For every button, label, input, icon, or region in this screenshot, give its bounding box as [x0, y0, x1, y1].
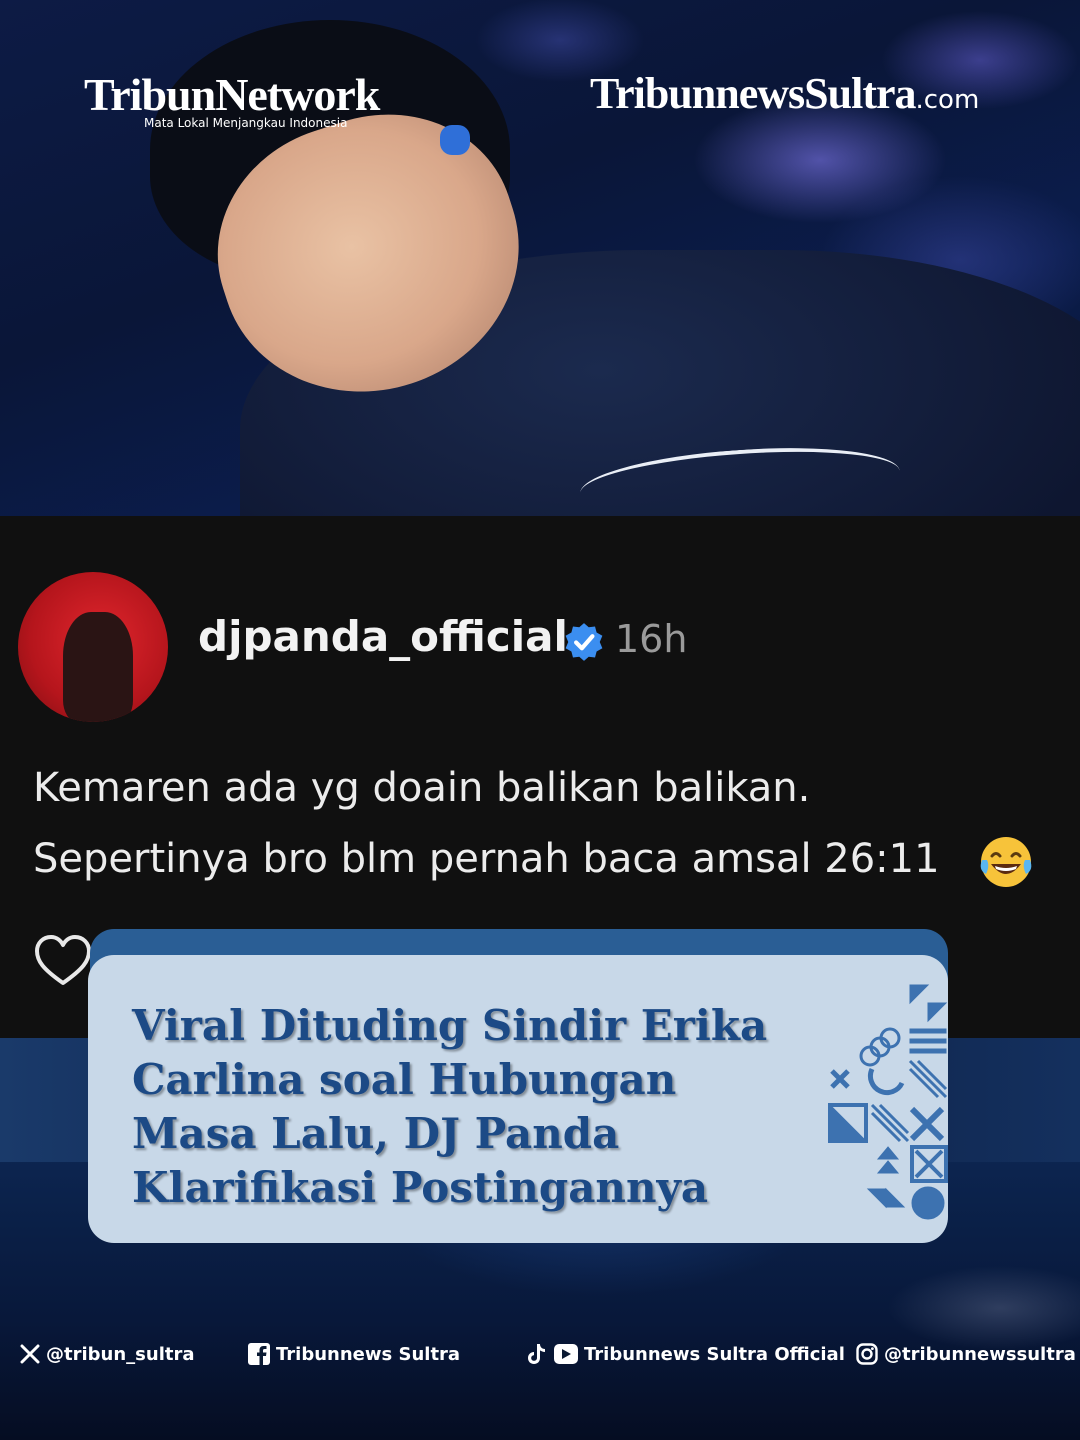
post-caption-line-1: Kemaren ada yg doain balikan balikan.: [33, 765, 811, 811]
tiktok-youtube-icon: [528, 1344, 578, 1364]
post-time: 16h: [615, 617, 688, 661]
social-instagram[interactable]: @tribunnewssultra: [856, 1340, 1076, 1368]
social-x[interactable]: @tribun_sultra: [20, 1340, 195, 1368]
social-tiktok-youtube[interactable]: Tribunnews Sultra Official: [528, 1340, 845, 1368]
hero-photo: TribunNetwork Mata Lokal Menjangkau Indo…: [0, 0, 1080, 516]
social-instagram-label: @tribunnewssultra: [884, 1343, 1076, 1365]
avatar-silhouette: [63, 612, 133, 722]
photo-earphone: [440, 125, 470, 155]
face-with-tears-of-joy-icon: [980, 837, 1032, 887]
social-facebook[interactable]: Tribunnews Sultra: [248, 1340, 460, 1368]
social-facebook-label: Tribunnews Sultra: [276, 1343, 461, 1365]
avatar[interactable]: [18, 572, 168, 722]
geometric-pattern-icon: [828, 984, 948, 1220]
instagram-icon: [856, 1343, 878, 1365]
tribun-network-logo: TribunNetwork Mata Lokal Menjangkau Indo…: [84, 69, 380, 131]
tribunnews-sultra-logo: TribunnewsSultra.com: [590, 72, 979, 116]
tribunnews-sultra-logo-suffix: .com: [915, 85, 980, 115]
heart-outline-icon[interactable]: [33, 933, 93, 989]
social-tiktok-youtube-label: Tribunnews Sultra Official: [584, 1343, 845, 1365]
tribun-network-logo-text: TribunNetwork: [84, 69, 380, 120]
headline-text: Viral Dituding Sindir Erika Carlina soal…: [132, 1001, 768, 1212]
verified-badge-icon: [565, 623, 603, 661]
social-x-label: @tribun_sultra: [46, 1343, 195, 1365]
tribun-network-tagline: Mata Lokal Menjangkau Indonesia: [144, 116, 348, 130]
post-caption-line-2: Sepertinya bro blm pernah baca amsal 26:…: [33, 836, 940, 882]
x-icon: [20, 1344, 40, 1364]
headline-card: Viral Dituding Sindir Erika Carlina soal…: [88, 955, 948, 1243]
facebook-icon: [248, 1343, 270, 1365]
post-username[interactable]: djpanda_official: [198, 616, 568, 658]
tribunnews-sultra-logo-text: TribunnewsSultra: [590, 69, 916, 118]
